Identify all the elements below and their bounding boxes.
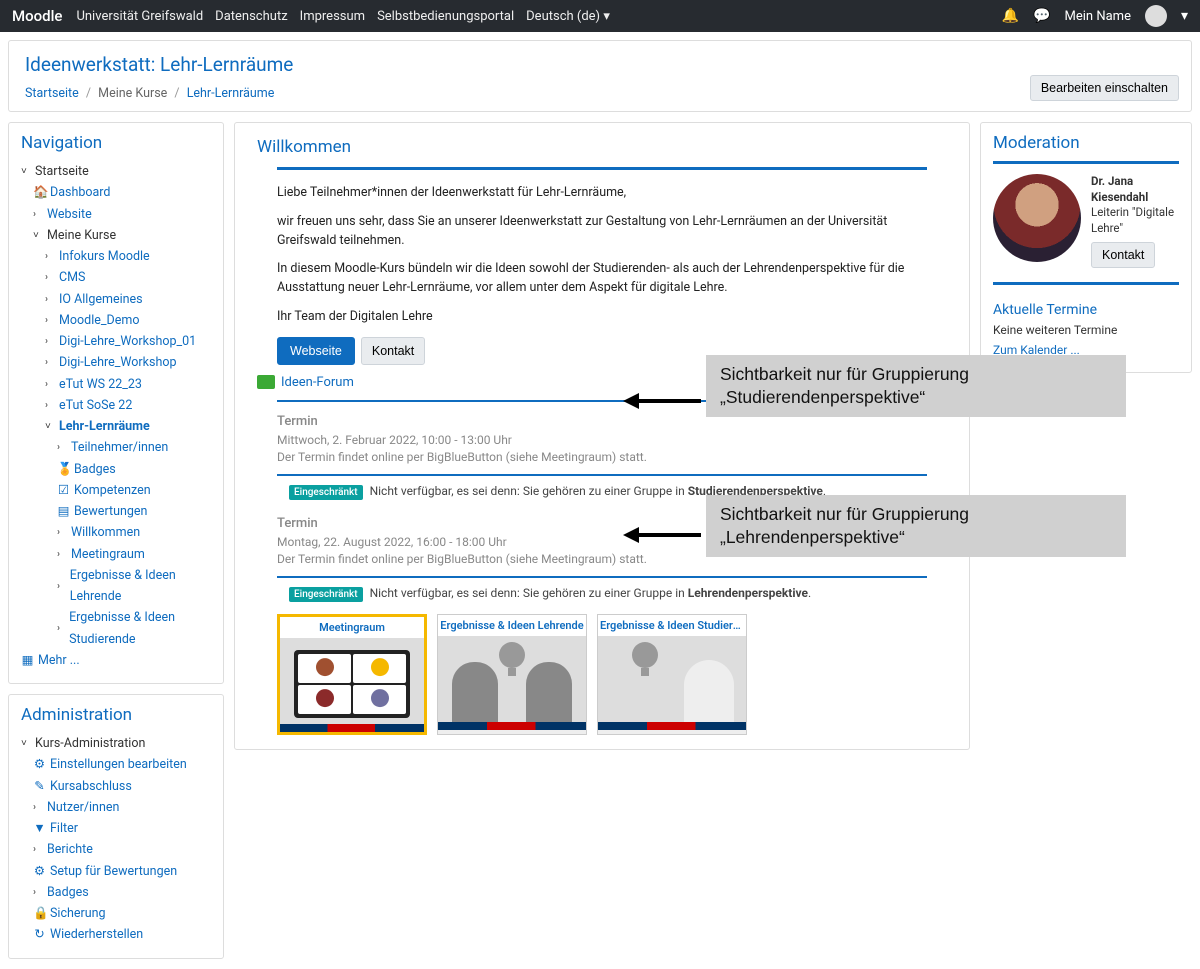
nav-item[interactable]: ›eTut SoSe 22	[21, 395, 211, 416]
card-title: Ergebnisse & Ideen Studiere...	[598, 615, 746, 636]
accent-divider	[277, 167, 927, 170]
nav-item[interactable]: ˅Startseite	[21, 161, 211, 182]
moderator-name: Dr. Jana Kiesendahl	[1091, 174, 1179, 205]
chat-icon[interactable]: 💬	[1033, 8, 1050, 24]
nav-item[interactable]: 🏅Badges	[21, 459, 211, 480]
admin-item[interactable]: ▼Filter	[21, 818, 211, 839]
moderation-title: Moderation	[993, 133, 1179, 153]
welcome-p2: wir freuen uns sehr, dass Sie an unserer…	[277, 213, 927, 251]
toplink-datenschutz[interactable]: Datenschutz	[215, 9, 287, 24]
administration-block: Administration ˅Kurs-Administration ⚙Ein…	[8, 694, 224, 959]
brand[interactable]: Moodle	[12, 7, 62, 25]
nav-item[interactable]: ›Willkommen	[21, 522, 211, 543]
main-content: Willkommen Liebe Teilnehmer*innen der Id…	[234, 122, 970, 750]
section-grid: Meetingraum Ergebnisse & Ideen Lehrende …	[277, 614, 927, 735]
breadcrumb: Startseite / Meine Kurse / Lehr-Lernräum…	[25, 86, 1175, 101]
termin1-desc: Der Termin findet online per BigBlueButt…	[277, 450, 927, 464]
admin-item[interactable]: ✎Kursabschluss	[21, 776, 211, 797]
breadcrumb-course[interactable]: Lehr-Lernräume	[187, 86, 275, 101]
forum-icon	[257, 375, 275, 389]
breadcrumb-startseite[interactable]: Startseite	[25, 86, 79, 101]
section-termin-1: Termin Mittwoch, 2. Februar 2022, 10:00 …	[277, 414, 927, 464]
accent-divider	[993, 161, 1179, 164]
admin-item[interactable]: ›Nutzer/innen	[21, 797, 211, 818]
restriction-2: Eingeschränkt Nicht verfügbar, es sei de…	[277, 586, 927, 600]
navigation-title: Navigation	[21, 133, 211, 153]
calendar-empty: Keine weiteren Termine	[993, 321, 1179, 340]
welcome-p1: Liebe Teilnehmer*innen der Ideenwerkstat…	[277, 184, 927, 203]
welcome-title: Willkommen	[257, 137, 947, 157]
admin-item[interactable]: 🔒Sicherung	[21, 903, 211, 924]
page-title: Ideenwerkstatt: Lehr-Lernräume	[25, 53, 1175, 76]
edit-mode-button[interactable]: Bearbeiten einschalten	[1030, 75, 1179, 101]
nav-more[interactable]: ▦Mehr ...	[21, 650, 211, 671]
toplink-univ[interactable]: Universität Greifswald	[76, 9, 203, 24]
card-ergebnisse-studierende[interactable]: Ergebnisse & Ideen Studiere...	[597, 614, 747, 735]
nav-item[interactable]: ›Ergebnisse & Ideen Studierende	[21, 607, 211, 650]
nav-item[interactable]: ›Moodle_Demo	[21, 310, 211, 331]
termin1-date: Mittwoch, 2. Februar 2022, 10:00 - 13:00…	[277, 433, 927, 447]
admin-item[interactable]: ↻Wiederherstellen	[21, 924, 211, 945]
divider	[277, 576, 927, 578]
user-name[interactable]: Mein Name	[1065, 9, 1131, 24]
toplink-selbstbedienung[interactable]: Selbstbedienungsportal	[377, 9, 514, 24]
nav-item[interactable]: ›Digi-Lehre_Workshop_01	[21, 331, 211, 352]
moderator-contact-button[interactable]: Kontakt	[1091, 242, 1155, 268]
nav-item[interactable]: ☑Kompetenzen	[21, 480, 211, 501]
calendar-title: Aktuelle Termine	[993, 299, 1179, 321]
nav-item[interactable]: ›Digi-Lehre_Workshop	[21, 352, 211, 373]
chevron-down-icon[interactable]: ▾	[1181, 8, 1188, 24]
nav-item[interactable]: ›IO Allgemeines	[21, 289, 211, 310]
topbar: Moodle Universität Greifswald Datenschut…	[0, 0, 1200, 32]
welcome-p4: Ihr Team der Digitalen Lehre	[277, 308, 927, 327]
nav-item[interactable]: 🏠Dashboard	[21, 182, 211, 203]
restrict-badge: Eingeschränkt	[289, 587, 363, 602]
page-header: Ideenwerkstatt: Lehr-Lernräume Startseit…	[8, 40, 1192, 112]
admin-item[interactable]: ›Berichte	[21, 839, 211, 860]
annotation-2: Sichtbarkeit nur für Gruppierung„Lehrend…	[706, 495, 1126, 557]
toplink-impressum[interactable]: Impressum	[300, 9, 365, 24]
nav-item[interactable]: ›Teilnehmer/innen	[21, 437, 211, 458]
card-title: Meetingraum	[280, 617, 424, 638]
webseite-button[interactable]: Webseite	[277, 337, 355, 365]
moderator-role: Leiterin "Digitale Lehre"	[1091, 205, 1179, 236]
card-meetingraum[interactable]: Meetingraum	[277, 614, 427, 735]
nav-item[interactable]: ˅Lehr-Lernräume	[21, 416, 211, 437]
arrow-1	[623, 389, 703, 413]
nav-item[interactable]: ›Meetingraum	[21, 544, 211, 565]
nav-item[interactable]: ›CMS	[21, 267, 211, 288]
nav-item[interactable]: ▤Bewertungen	[21, 501, 211, 522]
moderator-photo	[993, 174, 1081, 262]
restrict-badge: Eingeschränkt	[289, 485, 363, 500]
breadcrumb-meine-kurse: Meine Kurse	[98, 86, 167, 101]
nav-item[interactable]: ›Website	[21, 204, 211, 225]
annotation-1: Sichtbarkeit nur für Gruppierung„Studier…	[706, 355, 1126, 417]
nav-item[interactable]: ›eTut WS 22_23	[21, 374, 211, 395]
administration-title: Administration	[21, 705, 211, 725]
kontakt-button[interactable]: Kontakt	[361, 337, 425, 365]
forum-link[interactable]: Ideen-Forum	[281, 375, 354, 390]
admin-item[interactable]: ›Badges	[21, 882, 211, 903]
divider	[277, 474, 927, 476]
moderation-block: Moderation Dr. Jana Kiesendahl Leiterin …	[980, 122, 1192, 373]
bell-icon[interactable]: 🔔	[1002, 8, 1019, 24]
admin-root[interactable]: ˅Kurs-Administration	[21, 733, 211, 754]
admin-item[interactable]: ⚙Setup für Bewertungen	[21, 861, 211, 882]
card-title: Ergebnisse & Ideen Lehrende	[438, 615, 586, 636]
arrow-2	[623, 523, 703, 547]
topbar-right: 🔔 💬 Mein Name ▾	[1002, 5, 1188, 27]
card-ergebnisse-lehrende[interactable]: Ergebnisse & Ideen Lehrende	[437, 614, 587, 735]
topbar-links: Universität Greifswald Datenschutz Impre…	[76, 9, 609, 24]
accent-divider	[993, 282, 1179, 285]
welcome-p3: In diesem Moodle-Kurs bündeln wir die Id…	[277, 260, 927, 298]
avatar[interactable]	[1145, 5, 1167, 27]
toplink-language[interactable]: Deutsch (de) ▾	[526, 9, 610, 24]
nav-item[interactable]: ˅Meine Kurse	[21, 225, 211, 246]
navigation-block: Navigation ˅Startseite🏠Dashboard›Website…	[8, 122, 224, 684]
calendar-block: Aktuelle Termine Keine weiteren Termine …	[993, 299, 1179, 360]
admin-item[interactable]: ⚙Einstellungen bearbeiten	[21, 754, 211, 775]
nav-item[interactable]: ›Infokurs Moodle	[21, 246, 211, 267]
nav-item[interactable]: ›Ergebnisse & Ideen Lehrende	[21, 565, 211, 608]
